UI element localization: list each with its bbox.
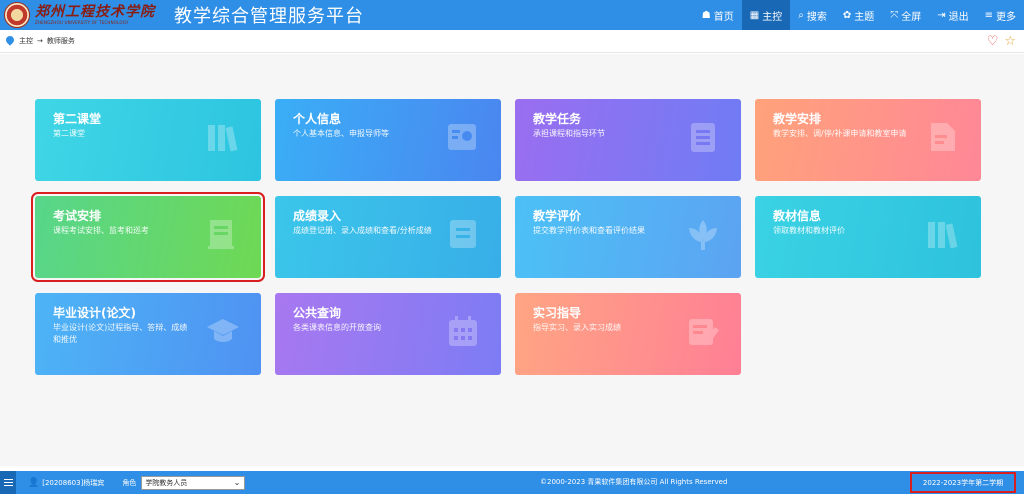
service-tile-description: 指导实习、录入实习成绩	[533, 323, 621, 332]
current-term[interactable]: 2022-2023学年第二学期	[910, 472, 1016, 493]
service-tile-description: 课程考试安排、监考和巡考	[53, 226, 149, 235]
service-tile-description: 个人基本信息、申报导师等	[293, 129, 389, 138]
chevron-down-icon: ⌄	[233, 477, 241, 487]
document-edit-icon	[925, 119, 961, 155]
role-label: 角色	[122, 478, 137, 487]
university-logo: 郑州工程技术学院 ZHENGZHOU UNIVERSITY OF TECHNOL…	[0, 0, 160, 30]
graduation-cap-icon	[205, 313, 241, 349]
books-icon	[205, 119, 241, 155]
role-select-value: 学院教务人员	[145, 478, 188, 487]
service-tile-description: 各类课表信息的开放查询	[293, 323, 381, 332]
user-icon: 👤	[28, 477, 40, 488]
nav-item-4[interactable]: ⤧ 全屏	[882, 0, 929, 30]
user-name: [20208603]杨瑞宾	[42, 478, 105, 487]
service-tile[interactable]: 第二课堂 第二课堂	[35, 99, 261, 181]
nav-item-label: 全屏	[901, 11, 922, 23]
service-tile-description: 成绩登记册、录入成绩和查看/分析成绩	[293, 226, 432, 235]
breadcrumb-separator: →	[37, 37, 43, 45]
nav-item-1[interactable]: ▦ 主控	[741, 0, 791, 30]
profile-card-icon	[445, 119, 481, 155]
service-tile[interactable]: 公共查询 各类课表信息的开放查询	[275, 293, 501, 375]
fullscreen-icon: ⤧	[890, 9, 899, 21]
star-icon[interactable]: ☆	[1004, 34, 1016, 49]
nav-item-label: 搜索	[806, 11, 827, 23]
heart-icon[interactable]: ♡	[987, 34, 999, 49]
breadcrumb-current: 教师服务	[46, 37, 75, 45]
nav-item-label: 退出	[948, 11, 969, 23]
nav-item-label: 主题	[854, 11, 875, 23]
note-edit-icon	[685, 313, 721, 349]
breadcrumb: 主控 → 教师服务 ♡ ☆	[0, 30, 1024, 53]
nav-item-0[interactable]: ☗ 首页	[694, 0, 742, 30]
status-footer: 👤 [20208603]杨瑞宾 角色 学院教务人员 ⌄ ©2000-2023 青…	[0, 471, 1024, 494]
calendar-icon	[445, 313, 481, 349]
service-tile[interactable]: 实习指导 指导实习、录入实习成绩	[515, 293, 741, 375]
grade-card-icon	[445, 216, 481, 252]
nav-item-label: 首页	[713, 11, 734, 23]
nav-item-5[interactable]: ⇥ 退出	[929, 0, 976, 30]
university-seal-icon	[4, 2, 30, 28]
app-title: 教学综合管理服务平台	[174, 6, 364, 27]
service-tile-description: 承担课程和指导环节	[533, 129, 605, 138]
nav-item-label: 更多	[996, 11, 1016, 23]
current-term-label: 2022-2023学年第二学期	[922, 478, 1004, 487]
nav-item-2[interactable]: ⌕ 搜索	[790, 0, 835, 30]
nav-item-label: 主控	[762, 11, 783, 23]
search-icon: ⌕	[798, 9, 804, 21]
home-icon: ☗	[701, 9, 711, 21]
task-list-icon	[685, 119, 721, 155]
logo-english-name: ZHENGZHOU UNIVERSITY OF TECHNOLOGY	[35, 20, 129, 25]
menu-toggle-icon[interactable]	[0, 471, 16, 494]
service-tile-description: 提交教学评价表和查看评价结果	[533, 226, 645, 235]
service-tile[interactable]: 个人信息 个人基本信息、申报导师等	[275, 99, 501, 181]
role-select[interactable]: 学院教务人员 ⌄	[141, 475, 246, 490]
service-tile-description: 教学安排、调/停/补课申请和教室申请	[773, 129, 907, 138]
location-pin-icon	[6, 36, 14, 46]
service-tile-description: 领取教材和教材评价	[773, 226, 845, 235]
exam-paper-icon	[205, 216, 241, 252]
dashboard-icon: ▦	[749, 9, 760, 21]
breadcrumb-root[interactable]: 主控	[19, 36, 33, 46]
top-nav: ☗ 首页 ▦ 主控 ⌕ 搜索 ✿ 主题 ⤧ 全屏 ⇥ 退出 ≡ 更多	[694, 0, 1024, 30]
more-icon: ≡	[984, 9, 993, 21]
theme-icon: ✿	[842, 9, 852, 21]
current-user: 👤 [20208603]杨瑞宾	[28, 478, 104, 488]
service-tile[interactable]: 教学评价 提交教学评价表和查看评价结果	[515, 196, 741, 278]
logout-icon: ⇥	[937, 9, 946, 21]
service-grid: 第二课堂 第二课堂 个人信息 个人基本信息、申报导师等 教学任务 承担课程和指导环节 教学安…	[0, 54, 1024, 466]
logo-chinese-name: 郑州工程技术学院	[35, 4, 155, 20]
top-header: 郑州工程技术学院 ZHENGZHOU UNIVERSITY OF TECHNOL…	[0, 0, 1024, 30]
books-icon	[925, 216, 961, 252]
service-tile[interactable]: 教材信息 领取教材和教材评价	[755, 196, 981, 278]
service-tile[interactable]: 教学任务 承担课程和指导环节	[515, 99, 741, 181]
service-tile[interactable]: 考试安排 课程考试安排、监考和巡考	[31, 192, 265, 282]
nav-item-3[interactable]: ✿ 主题	[835, 0, 882, 30]
nav-item-6[interactable]: ≡ 更多	[977, 0, 1024, 30]
copyright-text: ©2000-2023 青果软件集团有限公司 All Rights Reserve…	[540, 478, 728, 486]
lotus-icon	[685, 216, 721, 252]
service-tile-description: 毕业设计(论文)过程指导、答辩、成绩和推优	[53, 323, 188, 344]
service-tile-description: 第二课堂	[53, 129, 85, 138]
service-tile[interactable]: 教学安排 教学安排、调/停/补课申请和教室申请	[755, 99, 981, 181]
service-tile[interactable]: 毕业设计(论文) 毕业设计(论文)过程指导、答辩、成绩和推优	[35, 293, 261, 375]
service-tile[interactable]: 成绩录入 成绩登记册、录入成绩和查看/分析成绩	[275, 196, 501, 278]
